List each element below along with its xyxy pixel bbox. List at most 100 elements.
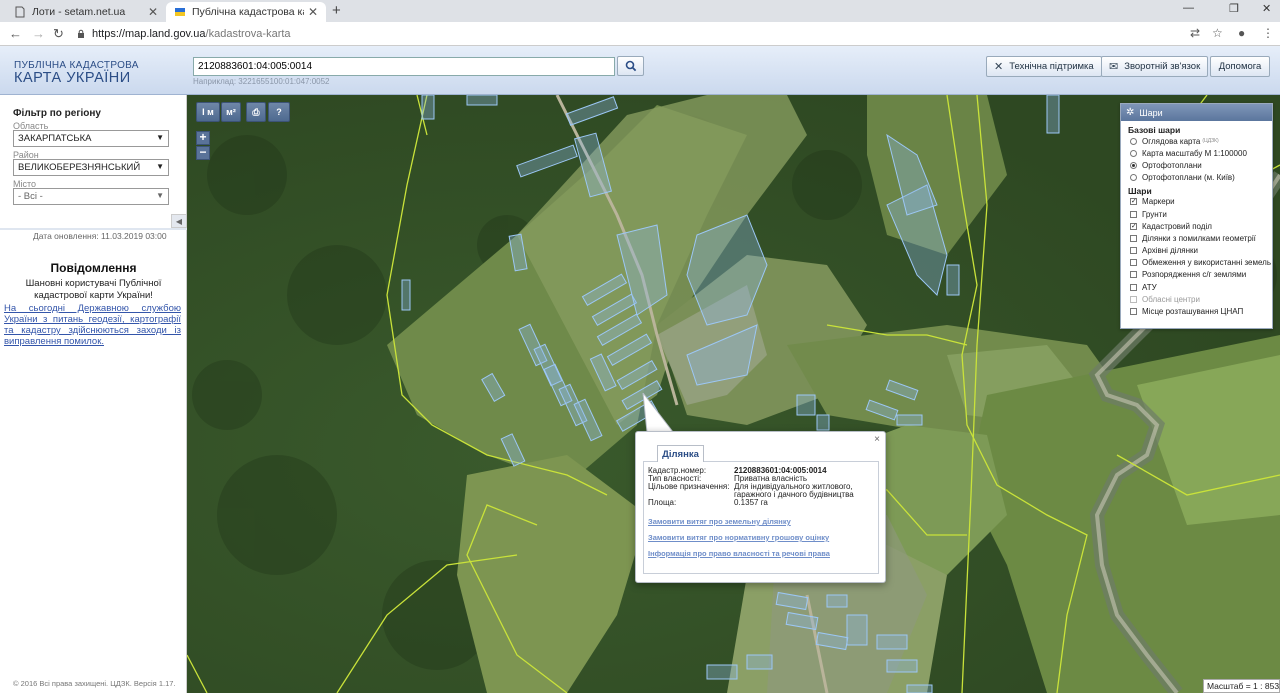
checkbox[interactable] [1130,210,1137,218]
base-layer-100k[interactable]: Карта масштабу М 1:100000 [1121,147,1272,159]
search-icon [625,60,636,72]
layer-agri-disposal[interactable]: Розпорядження с/г землями [1121,269,1272,281]
support-label: Технічна підтримка [1009,61,1094,72]
checkbox[interactable] [1130,259,1137,267]
district-select[interactable]: ВЕЛИКОБЕРЕЗНЯНСЬКИЙ ▼ [13,159,169,176]
checkbox[interactable] [1130,247,1137,255]
zoom-out-button[interactable]: − [196,146,210,160]
search-input[interactable] [193,57,615,76]
close-icon[interactable]: ✕ [308,5,318,19]
layers-panel: ✲ Шари Базові шари Оглядова карта (ЦДЗК) … [1120,103,1273,329]
identify-button[interactable]: ? [268,102,290,122]
window-close-icon[interactable]: ✕ [1262,2,1271,15]
browser-tab-setam[interactable]: Лоти - setam.net.ua ✕ [6,2,166,22]
checkbox[interactable]: ✓ [1130,222,1137,230]
area-value: 0.1357 га [734,498,768,507]
help-button[interactable]: Допомога [1210,56,1270,77]
forward-icon[interactable]: → [32,26,45,41]
popup-pointer [642,393,674,433]
envelope-icon: ✉ [1109,61,1119,73]
tab-parcel[interactable]: Ділянка [657,445,704,462]
account-icon[interactable]: ● [1238,26,1245,40]
menu-icon[interactable]: ⋮ [1262,26,1274,40]
feedback-button[interactable]: ✉ Зворотній зв'язок [1101,56,1209,77]
ownership-info-link[interactable]: Інформація про право власності та речові… [648,549,830,558]
url-path: /kadastrova-karta [205,28,291,40]
translate-icon[interactable]: ⇄ [1190,26,1200,40]
measure-distance-button[interactable]: I м [196,102,220,122]
radio-button[interactable] [1130,161,1137,169]
layer-restrictions[interactable]: Обмеження у використанні земель [1121,257,1272,269]
close-icon[interactable]: × [874,434,880,445]
layer-geometry-errors[interactable]: Ділянки з помилками геометрії [1121,232,1272,244]
address-bar: ← → ↻ https://map.land.gov.ua/kadastrova… [0,22,1280,46]
search-button[interactable] [617,56,644,76]
left-panel: Фільтр по регіону Область ЗАКАРПАТСЬКА ▼… [0,95,187,693]
layer-regional-centers: Обласні центри [1121,293,1272,305]
city-value: - Всі - [18,191,43,202]
map-view[interactable]: I м м² ⎙ ? + − ✲ Шари Базові шари Оглядо… [187,95,1280,693]
restore-icon[interactable]: ❐ [1229,2,1239,15]
radio-button[interactable] [1130,149,1137,157]
checkbox[interactable] [1130,283,1137,291]
logo-line2[interactable]: КАРТА УКРАЇНИ [14,70,131,86]
parcel-popup: × Ділянка Кадастр.номер: 2120883601:04:0… [635,431,886,583]
scale-readout: Масштаб = 1 : 8531 [1203,679,1280,693]
help-label: Допомога [1218,61,1262,72]
browser-tab-kadastr[interactable]: Публічна кадастрова карта Укр ✕ [166,2,326,22]
region-select[interactable]: ЗАКАРПАТСЬКА ▼ [13,130,169,147]
tab-title: Публічна кадастрова карта Укр [192,6,304,18]
layer-cnap[interactable]: Місце розташування ЦНАП [1121,305,1272,317]
order-extract-link[interactable]: Замовити витяг про земельну ділянку [648,517,791,526]
new-tab-button[interactable]: + [332,2,341,19]
layer-markers[interactable]: ✓ Маркери [1121,196,1272,208]
layer-atu[interactable]: АТУ [1121,281,1272,293]
browser-tab-bar: Лоти - setam.net.ua ✕ Публічна кадастров… [0,0,1280,22]
layers-header[interactable]: ✲ Шари [1121,104,1272,121]
orthophoto-background [187,95,1280,693]
reload-icon[interactable]: ↻ [53,26,64,42]
measure-area-button[interactable]: м² [221,102,241,122]
layer-cadastral[interactable]: ✓ Кадастровий поділ [1121,220,1272,232]
chevron-down-icon: ▼ [156,133,164,142]
close-icon[interactable]: ✕ [148,5,158,19]
collapse-panel-button[interactable]: ◀ [171,214,187,228]
star-icon[interactable]: ☆ [1212,26,1223,40]
cursor-info-icon: ? [276,107,282,117]
radio-button[interactable] [1130,137,1137,145]
chevron-down-icon: ▼ [156,191,164,200]
layer-soils[interactable]: Грунти [1121,208,1272,220]
gear-icon: ✲ [1126,107,1135,118]
update-date: Дата оновлення: 11.03.2019 03:00 [33,231,167,241]
layer-archive[interactable]: Архівні ділянки [1121,245,1272,257]
checkbox [1130,295,1137,303]
checkbox[interactable] [1130,271,1137,279]
notice-link[interactable]: На сьогодні Державною службою України з … [4,303,181,347]
base-layer-ortho[interactable]: Ортофотоплани [1121,159,1272,171]
print-button[interactable]: ⎙ [246,102,266,122]
base-layer-ortho-kyiv[interactable]: Ортофотоплани (м. Київ) [1121,172,1272,184]
purpose-label: Цільове призначення: [648,482,730,491]
lock-icon [78,29,84,38]
order-valuation-link[interactable]: Замовити витяг про нормативну грошову оц… [648,533,829,542]
base-layer-overview[interactable]: Оглядова карта (ЦДЗК) [1121,135,1272,147]
layers-title: Шари [1139,107,1163,118]
checkbox[interactable] [1130,234,1137,242]
notice-body: Шановні користувачі Публічної кадастрово… [25,278,162,301]
site-header: ПУБЛІЧНА КАДАСТРОВА КАРТА УКРАЇНИ Наприк… [0,46,1280,95]
back-icon[interactable]: ← [9,26,22,41]
notice-title: Повідомлення [50,261,137,275]
support-button[interactable]: ✕ Технічна підтримка [986,56,1102,77]
city-select[interactable]: - Всі - ▼ [13,188,169,205]
tab-title: Лоти - setam.net.ua [32,6,126,18]
url-field[interactable]: https://map.land.gov.ua/kadastrova-karta [76,24,1256,44]
ukraine-flag-icon [175,8,185,16]
zoom-in-button[interactable]: + [196,131,210,145]
minimize-icon[interactable]: — [1183,2,1194,14]
radio-button[interactable] [1130,174,1137,182]
divider [0,228,187,230]
checkbox[interactable] [1130,308,1137,316]
checkbox[interactable]: ✓ [1130,198,1137,206]
overlay-layers-title: Шари [1128,185,1152,196]
tools-icon: ✕ [994,61,1004,73]
